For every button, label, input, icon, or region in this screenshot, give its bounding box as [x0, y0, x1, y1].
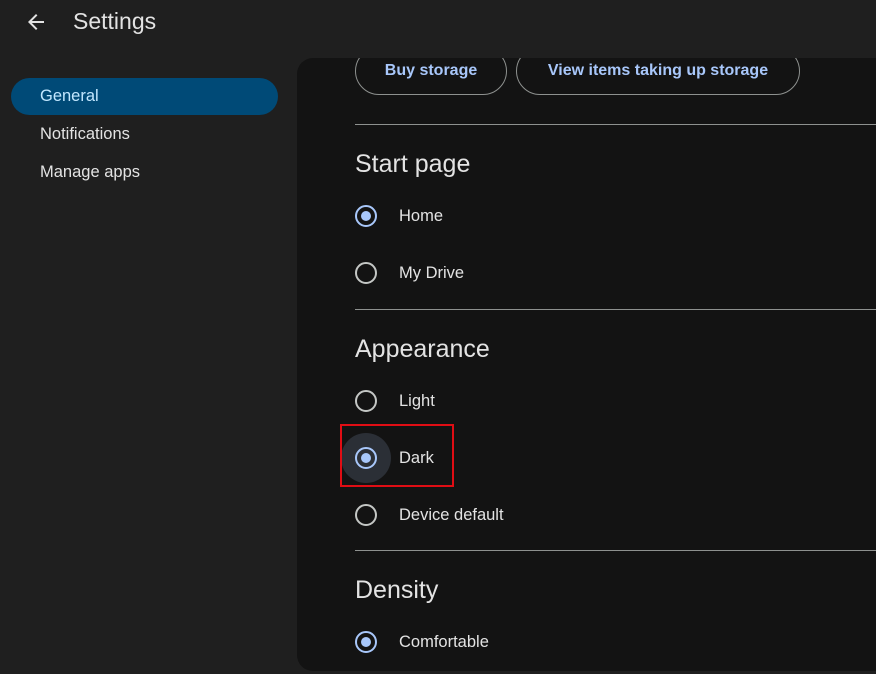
start-page-title: Start page — [355, 150, 471, 178]
sidebar-item-general[interactable]: General — [11, 78, 278, 115]
storage-actions: Buy storage View items taking up storage — [355, 58, 800, 95]
density-title: Density — [355, 576, 439, 604]
radio-label: My Drive — [399, 263, 465, 282]
radio-checked-icon — [355, 205, 377, 227]
radio-device-default[interactable]: Device default — [355, 495, 504, 535]
sidebar-item-label: Notifications — [40, 125, 130, 143]
settings-page: Settings General Notifications Manage ap… — [0, 0, 876, 674]
radio-dark[interactable]: Dark — [341, 433, 434, 483]
radio-checked-icon — [355, 447, 377, 469]
buy-storage-button[interactable]: Buy storage — [355, 58, 507, 95]
radio-label: Home — [399, 206, 444, 225]
radio-label: Dark — [399, 448, 434, 467]
radio-unchecked-icon — [355, 390, 377, 412]
appearance-title: Appearance — [355, 335, 490, 363]
arrow-left-icon — [28, 14, 44, 30]
radio-label: Device default — [399, 505, 504, 524]
radio-label: Light — [399, 391, 435, 410]
sidebar-item-label: General — [40, 87, 99, 105]
sidebar-item-manage-apps[interactable]: Manage apps — [11, 154, 278, 191]
divider — [355, 124, 876, 125]
view-storage-items-button[interactable]: View items taking up storage — [516, 58, 800, 95]
radio-comfortable[interactable]: Comfortable — [355, 622, 489, 662]
radio-unchecked-icon — [355, 262, 377, 284]
divider — [355, 550, 876, 551]
radio-unchecked-icon — [355, 504, 377, 526]
radio-home[interactable]: Home — [355, 196, 443, 236]
settings-sidebar: General Notifications Manage apps — [0, 78, 290, 192]
sidebar-item-notifications[interactable]: Notifications — [11, 116, 278, 153]
radio-light[interactable]: Light — [355, 381, 435, 421]
radio-checked-icon — [355, 631, 377, 653]
radio-my-drive[interactable]: My Drive — [355, 253, 464, 293]
page-title: Settings — [73, 8, 157, 34]
sidebar-item-label: Manage apps — [40, 163, 140, 181]
back-button[interactable] — [22, 8, 50, 36]
settings-panel: Buy storage View items taking up storage… — [297, 58, 876, 671]
divider — [355, 309, 876, 310]
radio-label: Comfortable — [399, 632, 489, 651]
